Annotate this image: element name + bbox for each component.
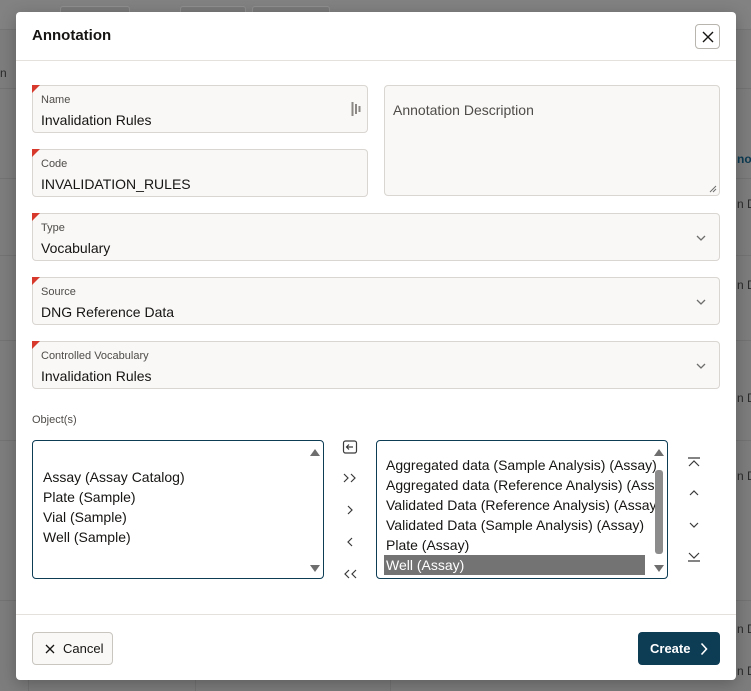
scroll-down-arrow-icon[interactable] xyxy=(654,565,664,572)
selected-objects-list[interactable]: Aggregated data (Sample Analysis) (Assay… xyxy=(376,440,668,579)
scrollbar-thumb[interactable] xyxy=(655,470,663,554)
create-label: Create xyxy=(650,641,691,656)
required-marker xyxy=(32,213,40,221)
chevron-up-icon xyxy=(689,490,699,496)
background-cell-text: n D xyxy=(737,622,751,636)
scroll-down-arrow-icon[interactable] xyxy=(310,565,320,572)
chevron-down-icon[interactable] xyxy=(695,296,707,308)
move-top-icon xyxy=(688,457,700,467)
chevron-down-icon[interactable] xyxy=(695,232,707,244)
move-bottom-icon xyxy=(688,552,700,562)
annotation-dialog: Annotation Name Invalidation Rules Annot… xyxy=(16,12,736,680)
translation-icon[interactable] xyxy=(351,101,361,117)
chevron-left-icon xyxy=(347,537,353,547)
background-cell-text: n D xyxy=(737,391,751,405)
list-item-selected[interactable]: Well (Assay) xyxy=(384,555,645,575)
close-button[interactable] xyxy=(695,24,720,49)
close-icon xyxy=(702,31,713,42)
background-cell-text: n D xyxy=(737,664,751,678)
code-label: Code xyxy=(41,158,68,170)
undo-icon xyxy=(342,440,358,454)
background-column-header: no xyxy=(737,152,751,166)
type-label: Type xyxy=(41,222,65,234)
controlled-vocabulary-select[interactable]: Controlled Vocabulary Invalidation Rules xyxy=(32,341,720,389)
double-chevron-left-icon xyxy=(344,569,357,579)
required-marker xyxy=(32,277,40,285)
dialog-header: Annotation xyxy=(16,12,736,61)
name-label: Name xyxy=(41,94,71,106)
description-textarea[interactable]: Annotation Description xyxy=(384,85,720,196)
move-to-bottom-button[interactable] xyxy=(684,546,704,566)
move-up-button[interactable] xyxy=(684,483,704,503)
double-chevron-right-icon xyxy=(343,473,356,483)
move-down-button[interactable] xyxy=(684,515,704,535)
move-all-right-button[interactable] xyxy=(340,468,360,488)
background-cell-text: n D xyxy=(737,278,751,292)
close-icon xyxy=(45,644,55,653)
code-field[interactable]: Code INVALIDATION_RULES xyxy=(32,149,368,197)
controlled-vocabulary-label: Controlled Vocabulary xyxy=(41,350,149,362)
dialog-footer: Cancel Create xyxy=(16,614,736,680)
background-cell-text: n xyxy=(0,66,7,80)
objects-label: Object(s) xyxy=(32,414,77,426)
required-marker xyxy=(32,85,40,93)
resize-grip-icon[interactable] xyxy=(709,185,717,193)
source-label: Source xyxy=(41,286,76,298)
chevron-right-icon xyxy=(347,505,353,515)
source-select[interactable]: Source DNG Reference Data xyxy=(32,277,720,325)
list-item[interactable]: Well (Sample) xyxy=(41,527,131,547)
required-marker xyxy=(32,341,40,349)
cancel-label: Cancel xyxy=(63,641,104,656)
list-item[interactable]: Plate (Sample) xyxy=(41,487,136,507)
background-cell-text: n D xyxy=(737,469,751,483)
scroll-up-arrow-icon[interactable] xyxy=(310,449,320,456)
list-item[interactable]: Plate (Assay) xyxy=(384,535,469,555)
list-item[interactable]: Aggregated data (Sample Analysis) (Assay… xyxy=(384,455,657,475)
move-to-top-button[interactable] xyxy=(684,453,704,473)
scroll-up-arrow-icon[interactable] xyxy=(654,449,664,456)
reset-button[interactable] xyxy=(340,437,360,457)
controlled-vocabulary-value: Invalidation Rules xyxy=(41,368,152,384)
type-select[interactable]: Type Vocabulary xyxy=(32,213,720,261)
chevron-down-icon[interactable] xyxy=(695,360,707,372)
source-value: DNG Reference Data xyxy=(41,304,175,320)
name-value[interactable]: Invalidation Rules xyxy=(41,112,152,128)
code-value[interactable]: INVALIDATION_RULES xyxy=(41,176,191,192)
required-marker xyxy=(32,149,40,157)
description-placeholder: Annotation Description xyxy=(393,102,534,118)
background-cell-text: n D xyxy=(737,197,751,211)
list-item[interactable]: Validated Data (Reference Analysis) (Ass… xyxy=(384,495,661,515)
chevron-down-icon xyxy=(689,522,699,528)
move-right-button[interactable] xyxy=(340,500,360,520)
create-button[interactable]: Create xyxy=(638,632,720,665)
move-left-button[interactable] xyxy=(340,532,360,552)
chevron-right-icon xyxy=(701,642,709,655)
move-all-left-button[interactable] xyxy=(340,564,360,584)
available-objects-list[interactable]: Assay (Assay Catalog) Plate (Sample) Via… xyxy=(32,440,324,579)
type-value: Vocabulary xyxy=(41,240,111,256)
list-item[interactable]: Assay (Assay Catalog) xyxy=(41,467,185,487)
list-item[interactable]: Aggregated data (Reference Analysis) (As… xyxy=(384,475,654,495)
list-item[interactable]: Validated Data (Sample Analysis) (Assay) xyxy=(384,515,644,535)
dialog-title: Annotation xyxy=(32,27,112,44)
list-item[interactable]: Vial (Sample) xyxy=(41,507,127,527)
cancel-button[interactable]: Cancel xyxy=(32,632,113,665)
name-field[interactable]: Name Invalidation Rules xyxy=(32,85,368,133)
